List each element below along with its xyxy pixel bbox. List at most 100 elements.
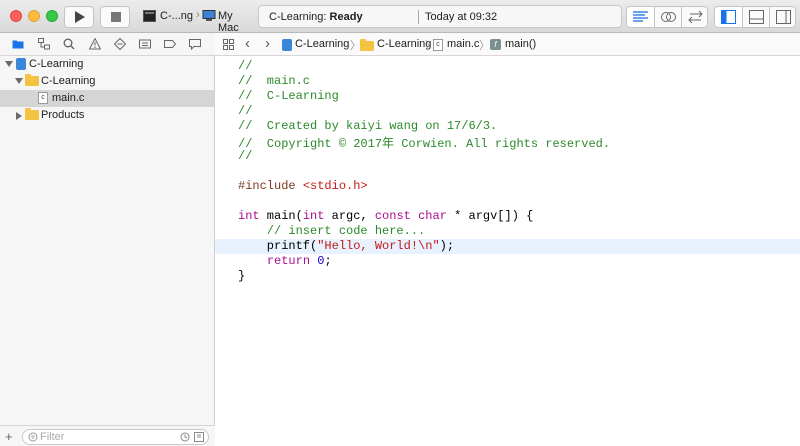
tree-item-products[interactable]: Products xyxy=(0,107,214,124)
report-navigator-icon[interactable] xyxy=(189,38,201,50)
code-line-current: printf("Hello, World!\n"); xyxy=(215,239,800,254)
standard-editor-icon xyxy=(633,11,648,22)
stop-button[interactable] xyxy=(100,6,130,28)
editor-mode-segment xyxy=(626,6,708,28)
project-navigator: C-Learning C-Learning c main.c Products xyxy=(0,56,215,446)
filter-placeholder: Filter xyxy=(40,431,65,443)
view-toggle-segment xyxy=(714,6,796,28)
activity-time: Today at 09:32 xyxy=(425,11,498,23)
folder-navigator-icon[interactable] xyxy=(12,38,24,50)
comment-text: // C-Learning xyxy=(238,89,339,103)
back-arrow-icon[interactable]: ‹ xyxy=(245,35,250,52)
issue-navigator-icon[interactable] xyxy=(89,38,101,50)
stop-icon xyxy=(111,12,121,22)
c-file-icon: c xyxy=(38,92,48,104)
left-panel-icon xyxy=(721,10,736,24)
run-button[interactable] xyxy=(64,6,94,28)
code-text: ; xyxy=(324,254,332,268)
code-line: #include <stdio.h> xyxy=(215,179,800,194)
code-line: // main.c xyxy=(215,74,800,89)
code-line: int main(int argc, const char * argv[]) … xyxy=(215,209,800,224)
code-text: ); xyxy=(439,239,455,253)
forward-arrow-icon[interactable]: › xyxy=(265,35,270,52)
code-line: // insert code here... xyxy=(215,224,800,239)
version-editor-button[interactable] xyxy=(681,7,709,27)
toggle-utilities-button[interactable] xyxy=(769,7,797,27)
tree-item-label: C-Learning xyxy=(41,75,96,87)
keyword: const xyxy=(374,209,411,223)
related-items-grid-icon[interactable] xyxy=(223,39,234,50)
symbol-navigator-icon[interactable] xyxy=(38,38,50,50)
scm-filter-icon[interactable] xyxy=(194,432,204,442)
activity-status: Ready xyxy=(329,11,363,23)
keyword: return xyxy=(266,254,311,268)
breadcrumb-project[interactable]: C-Learning xyxy=(295,38,349,50)
activity-divider xyxy=(418,10,419,24)
toggle-navigator-button[interactable] xyxy=(715,7,742,27)
c-file-icon: c xyxy=(433,39,443,51)
toggle-debug-area-button[interactable] xyxy=(742,7,770,27)
tree-item-project[interactable]: C-Learning xyxy=(0,56,214,73)
close-window-button[interactable] xyxy=(10,10,22,22)
comment-text: // xyxy=(238,59,253,73)
tree-item-group[interactable]: C-Learning xyxy=(0,73,214,90)
disclosure-right-icon[interactable] xyxy=(16,112,22,120)
find-navigator-icon[interactable] xyxy=(63,38,75,50)
code-line: // xyxy=(215,149,800,164)
code-line: // C-Learning xyxy=(215,89,800,104)
breadcrumb-function[interactable]: main() xyxy=(505,38,536,50)
bottom-panel-icon xyxy=(749,10,764,24)
standard-editor-button[interactable] xyxy=(627,7,654,27)
tree-item-label: C-Learning xyxy=(29,58,84,70)
chevron-right-icon: › xyxy=(196,9,200,21)
code-line: // Created by kaiyi wang on 17/6/3. xyxy=(215,119,800,134)
disclosure-down-icon[interactable] xyxy=(5,61,13,67)
activity-project: C-Learning: xyxy=(269,11,330,23)
comment-text: // main.c xyxy=(238,74,311,88)
filter-field[interactable]: Filter xyxy=(22,429,209,445)
mac-icon xyxy=(202,10,216,21)
function-icon: f xyxy=(490,39,501,50)
folder-icon xyxy=(25,108,39,120)
keyword: int xyxy=(238,209,260,223)
add-icon[interactable]: + xyxy=(5,429,13,444)
recent-clock-icon[interactable] xyxy=(180,432,190,442)
navigator-selector-bar xyxy=(0,33,215,56)
breakpoint-navigator-icon[interactable] xyxy=(164,38,176,50)
folder-icon xyxy=(25,74,39,86)
tree-item-label: Products xyxy=(41,109,85,121)
minimize-window-button[interactable] xyxy=(28,10,40,22)
version-editor-icon xyxy=(688,11,703,23)
destination-name: My Mac xyxy=(218,10,239,34)
include-path: <stdio.h> xyxy=(302,179,368,193)
keyword: int xyxy=(302,209,325,223)
source-editor[interactable]: // // main.c // C-Learning // // Created… xyxy=(215,56,800,446)
code-line: // xyxy=(215,104,800,119)
window-toolbar: C-...ng › My Mac C-Learning: Ready Today… xyxy=(0,0,800,34)
breadcrumb-group[interactable]: C-Learning xyxy=(377,38,431,50)
disclosure-down-icon[interactable] xyxy=(15,78,23,84)
code-text: argc, xyxy=(324,209,375,223)
right-panel-icon xyxy=(776,10,791,24)
folder-icon xyxy=(360,39,374,51)
zoom-window-button[interactable] xyxy=(46,10,58,22)
activity-view[interactable]: C-Learning: Ready Today at 09:32 xyxy=(258,5,622,28)
code-line: // Copyright © 2017年 Corwien. All rights… xyxy=(215,134,800,151)
scheme-selector[interactable]: C-...ng › My Mac xyxy=(138,6,256,34)
comment-text: // xyxy=(238,149,253,163)
code-line: // xyxy=(215,59,800,74)
breadcrumb-file[interactable]: main.c xyxy=(447,38,479,50)
comment-text: // xyxy=(238,104,253,118)
assistant-editor-button[interactable] xyxy=(654,7,682,27)
breadcrumb-separator-icon: 〉 xyxy=(479,40,490,52)
tree-item-file-main-c[interactable]: c main.c xyxy=(0,90,214,107)
debug-navigator-icon[interactable] xyxy=(139,38,151,50)
code-text: * argv[]) { xyxy=(446,209,534,223)
code-text: printf( xyxy=(238,239,318,253)
comment-text: // Created by kaiyi wang on 17/6/3. xyxy=(238,119,498,133)
filter-icon xyxy=(28,432,38,442)
tree-item-label: main.c xyxy=(52,92,85,104)
test-navigator-icon[interactable] xyxy=(114,38,126,50)
